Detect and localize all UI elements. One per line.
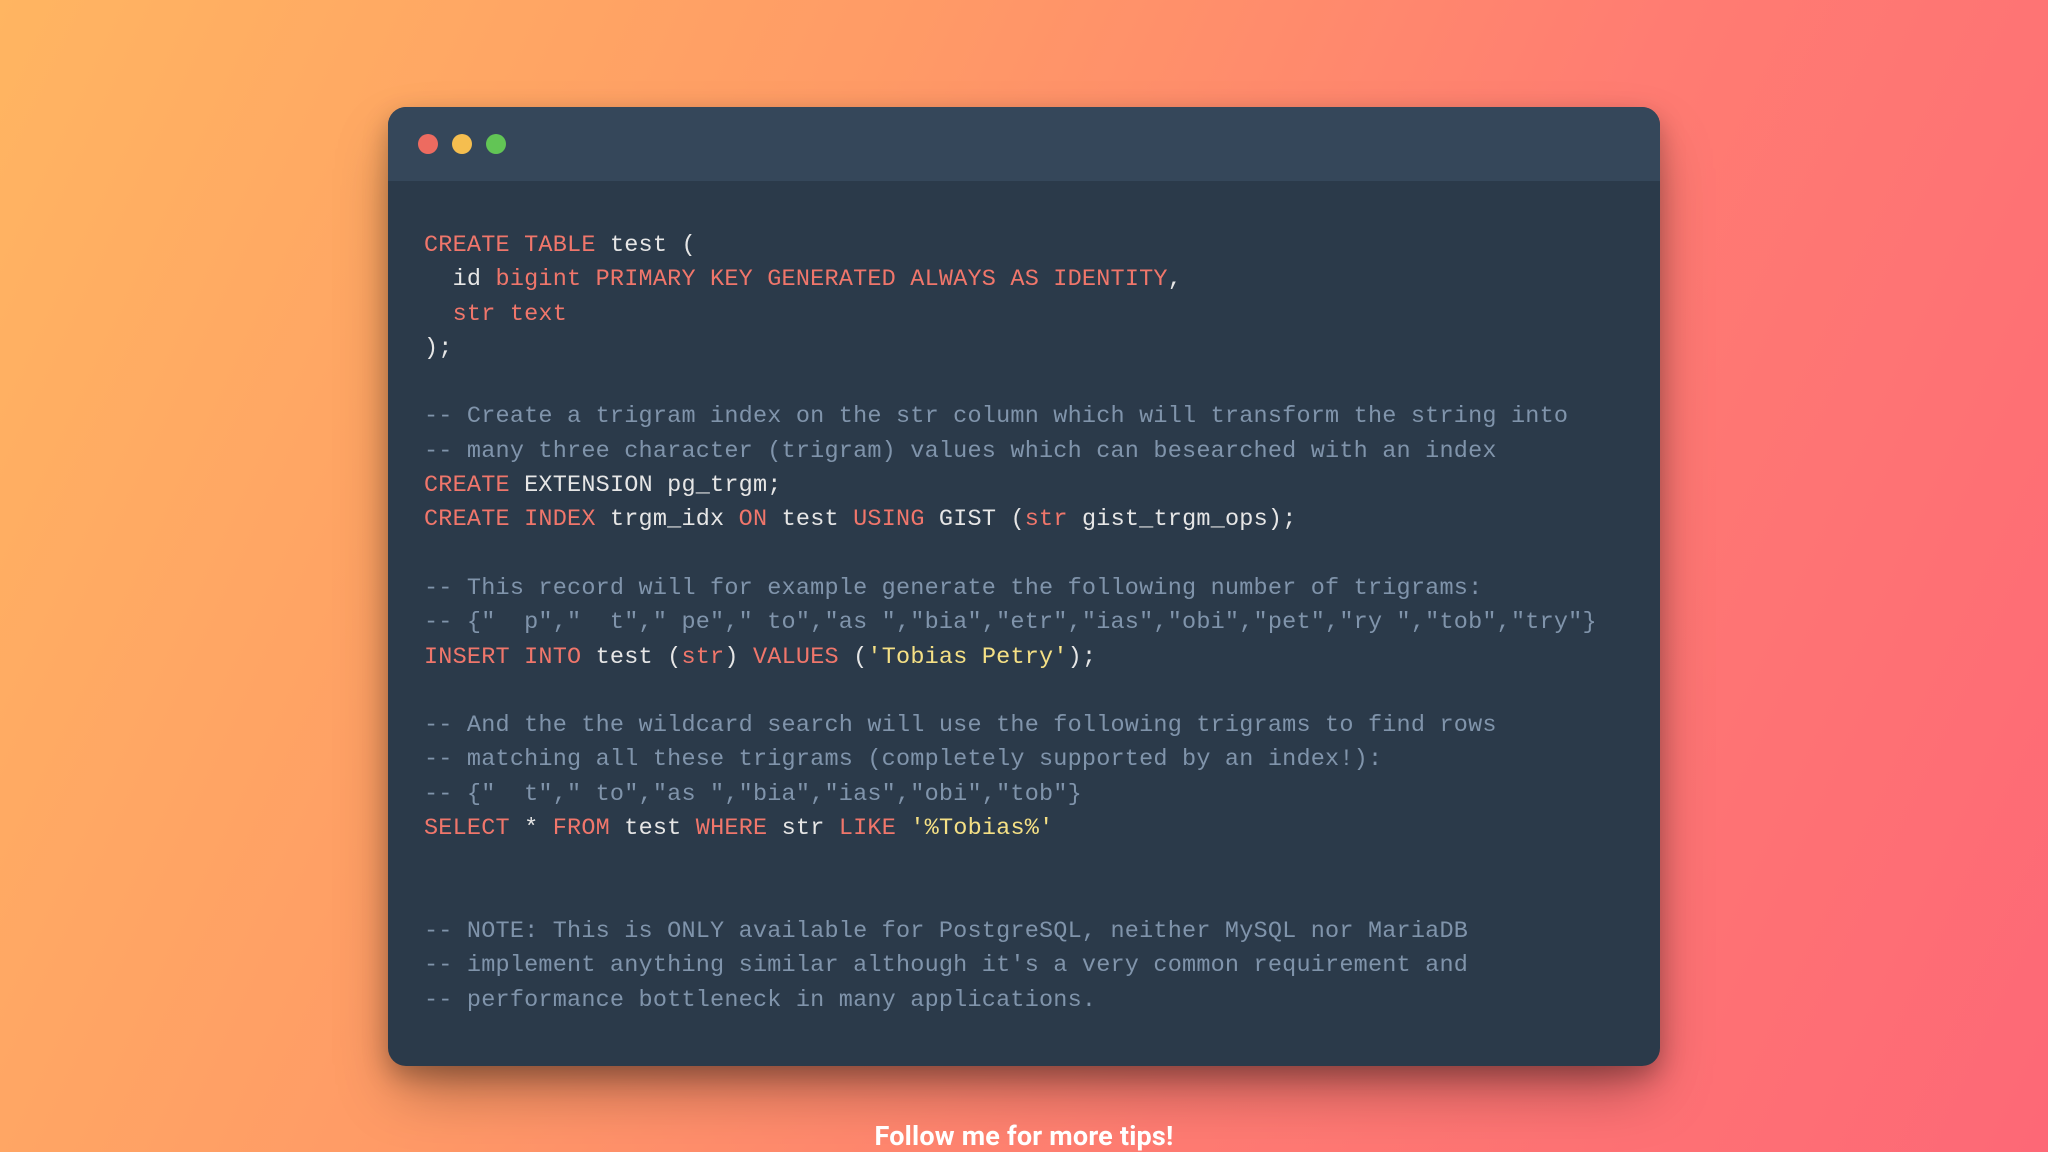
token-kw: str xyxy=(1025,506,1068,533)
token-kw: USING xyxy=(853,506,925,533)
token-kw: SELECT xyxy=(424,815,510,842)
token-plain: ); xyxy=(1068,644,1097,671)
token-comment: -- performance bottleneck in many applic… xyxy=(424,987,1096,1014)
token-plain: gist_trgm_ops); xyxy=(1068,506,1297,533)
token-kw: str text xyxy=(453,301,567,328)
token-plain: ); xyxy=(424,335,453,362)
token-plain: GIST ( xyxy=(925,506,1025,533)
token-kw: str xyxy=(681,644,724,671)
token-plain: trgm_idx xyxy=(596,506,739,533)
token-plain: * xyxy=(510,815,553,842)
token-comment: -- NOTE: This is ONLY available for Post… xyxy=(424,918,1468,945)
token-kw: CREATE INDEX xyxy=(424,506,596,533)
gradient-background: CREATE TABLE test ( id bigint PRIMARY KE… xyxy=(0,0,2048,1152)
token-plain: str xyxy=(767,815,839,842)
token-kw: CREATE TABLE xyxy=(424,232,596,259)
token-kw: VALUES xyxy=(753,644,839,671)
token-plain: test ( xyxy=(581,644,681,671)
token-comment: -- And the the wildcard search will use … xyxy=(424,712,1497,739)
footer-text: Follow me for more tips! xyxy=(874,1120,1173,1152)
token-str: '%Tobias%' xyxy=(910,815,1053,842)
zoom-icon[interactable] xyxy=(486,134,506,154)
token-plain xyxy=(424,301,453,328)
token-comment: -- implement anything similar although i… xyxy=(424,952,1468,979)
token-comment: -- This record will for example generate… xyxy=(424,575,1482,602)
token-plain xyxy=(896,815,910,842)
token-plain: id xyxy=(424,266,496,293)
token-kw: FROM xyxy=(553,815,610,842)
code-window: CREATE TABLE test ( id bigint PRIMARY KE… xyxy=(388,107,1660,1066)
token-plain: ) xyxy=(724,644,753,671)
token-comment: -- {" p"," t"," pe"," to","as ","bia","e… xyxy=(424,609,1597,636)
token-kw: bigint PRIMARY KEY GENERATED ALWAYS AS I… xyxy=(496,266,1168,293)
token-comment: -- {" t"," to","as ","bia","ias","obi","… xyxy=(424,781,1082,808)
token-plain: EXTENSION pg_trgm; xyxy=(510,472,782,499)
token-comment: -- many three character (trigram) values… xyxy=(424,438,1497,465)
minimize-icon[interactable] xyxy=(452,134,472,154)
token-kw: WHERE xyxy=(696,815,768,842)
code-block: CREATE TABLE test ( id bigint PRIMARY KE… xyxy=(388,181,1660,1066)
token-plain: test xyxy=(610,815,696,842)
token-plain: , xyxy=(1168,266,1182,293)
token-kw: ON xyxy=(739,506,768,533)
token-comment: -- Create a trigram index on the str col… xyxy=(424,403,1568,430)
token-kw: INSERT INTO xyxy=(424,644,581,671)
close-icon[interactable] xyxy=(418,134,438,154)
token-plain: test xyxy=(767,506,853,533)
window-titlebar xyxy=(388,107,1660,181)
token-plain: test ( xyxy=(596,232,696,259)
token-kw: CREATE xyxy=(424,472,510,499)
token-plain: ( xyxy=(839,644,868,671)
token-kw: LIKE xyxy=(839,815,896,842)
token-comment: -- matching all these trigrams (complete… xyxy=(424,746,1382,773)
token-str: 'Tobias Petry' xyxy=(867,644,1067,671)
